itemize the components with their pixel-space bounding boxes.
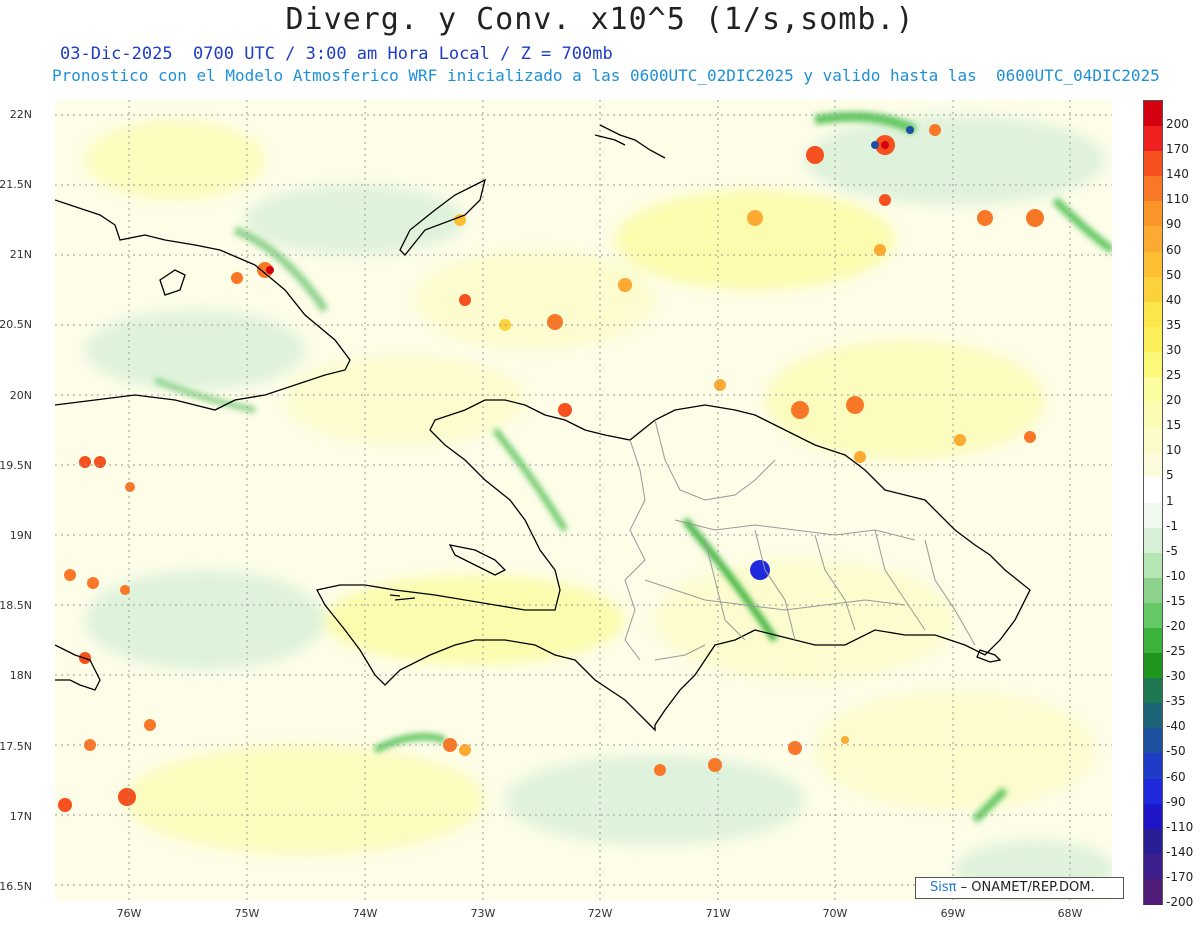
legend-label: 1 [1166,493,1174,508]
legend-swatch [1144,402,1162,428]
legend-label: -30 [1166,669,1186,684]
legend-label: 25 [1166,368,1182,383]
legend-label: -110 [1166,819,1194,834]
legend-swatch [1144,728,1162,754]
lat-label: 19.5N [0,459,32,472]
legend-swatch [1144,678,1162,704]
legend-swatch [1144,176,1162,202]
legend-label: -20 [1166,618,1186,633]
legend-swatch [1144,452,1162,478]
legend-label: 30 [1166,342,1182,357]
lon-label: 75W [234,907,260,920]
lon-label: 71W [705,907,731,920]
legend-swatch [1144,351,1162,378]
legend-label: 20 [1166,393,1182,408]
legend-swatch [1144,502,1162,529]
legend-label: 40 [1166,292,1182,307]
lat-label: 21N [9,248,32,261]
lat-label: 21.5N [0,178,32,191]
legend-label: -50 [1166,744,1186,759]
lat-label: 18.5N [0,599,32,612]
legend-label: -35 [1166,694,1186,709]
legend-label: 140 [1166,167,1189,182]
legend-swatch [1144,577,1162,604]
legend-label: 50 [1166,267,1182,282]
lat-label: 20N [9,389,32,402]
credit-org: – ONAMET/REP.DOM. [960,880,1095,895]
color-legend [1143,100,1163,905]
legend-swatch [1144,126,1162,152]
legend-swatch [1144,427,1162,453]
legend-swatch [1144,803,1162,830]
legend-label: 10 [1166,443,1182,458]
credit-box: Sisπ – ONAMET/REP.DOM. [915,877,1124,899]
model-info-subtitle: Pronostico con el Modelo Atmosferico WRF… [52,66,1160,85]
lat-label: 19N [9,529,32,542]
sispi-logo: Sisπ [930,880,957,895]
map-title: Diverg. y Conv. x10^5 (1/s,somb.) [285,2,915,37]
legend-label: -140 [1166,844,1194,859]
legend-label: -60 [1166,769,1186,784]
legend-swatch [1144,477,1162,503]
lon-label: 76W [116,907,142,920]
lon-label: 73W [470,907,496,920]
lon-label: 72W [587,907,613,920]
legend-label: -15 [1166,593,1186,608]
legend-swatch [1144,326,1162,353]
legend-label: 60 [1166,242,1182,257]
legend-label: -10 [1166,568,1186,583]
legend-label: -1 [1166,518,1178,533]
legend-swatch [1144,653,1162,679]
legend-label: -25 [1166,644,1186,659]
legend-label: 15 [1166,418,1182,433]
legend-swatch [1144,276,1162,303]
legend-swatch [1144,778,1162,805]
legend-swatch [1144,527,1162,554]
lon-label: 74W [352,907,378,920]
legend-swatch [1144,251,1162,278]
legend-label: 170 [1166,142,1189,157]
legend-label: -40 [1166,719,1186,734]
legend-label: -170 [1166,869,1194,884]
legend-swatch [1144,627,1162,654]
lat-label: 17.5N [0,740,32,753]
legend-swatch [1144,552,1162,579]
legend-label: 5 [1166,468,1174,483]
legend-swatch [1144,226,1162,253]
legend-label: 110 [1166,192,1189,207]
lon-label: 68W [1057,907,1083,920]
lat-label: 18N [9,669,32,682]
legend-label: 90 [1166,217,1182,232]
legend-swatch [1144,602,1162,629]
legend-swatch [1144,703,1162,729]
legend-swatch [1144,151,1162,177]
legend-label: 200 [1166,117,1189,132]
lat-label: 17N [9,810,32,823]
legend-swatch [1144,101,1162,127]
legend-swatch [1144,301,1162,328]
legend-swatch [1144,377,1162,403]
valid-time-subtitle: 03-Dic-2025 0700 UTC / 3:00 am Hora Loca… [60,44,613,64]
lon-label: 69W [940,907,966,920]
divergence-map [55,100,1112,901]
lat-label: 22N [9,108,32,121]
legend-label: 35 [1166,317,1182,332]
legend-label: -90 [1166,794,1186,809]
legend-swatch [1144,201,1162,227]
legend-swatch [1144,828,1162,855]
legend-swatch [1144,853,1162,880]
lat-label: 20.5N [0,318,32,331]
legend-swatch [1144,753,1162,780]
lat-label: 16.5N [0,880,32,893]
legend-swatch [1144,878,1162,905]
legend-label: -200 [1166,895,1194,909]
lon-label: 70W [822,907,848,920]
legend-label: -5 [1166,543,1178,558]
